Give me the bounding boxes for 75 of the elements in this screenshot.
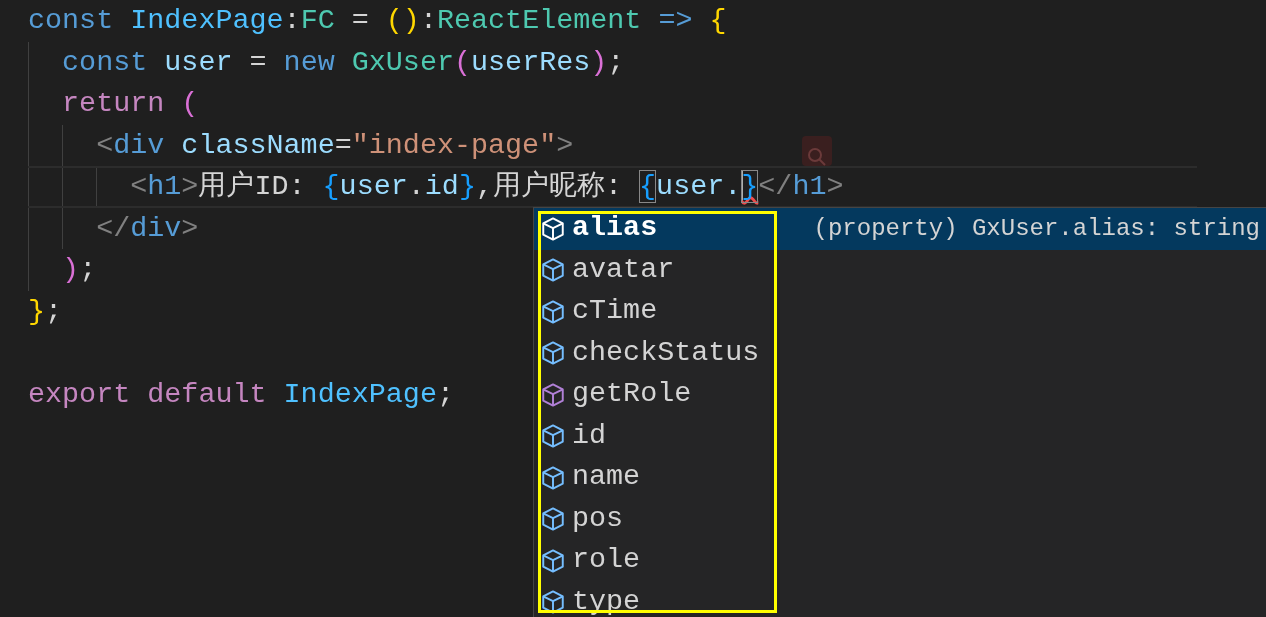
code-token: IndexPage [283,377,437,411]
cube-icon [540,298,566,325]
code-token: ; [79,253,97,286]
code-token: = [350,4,370,37]
suggestion-item[interactable]: cTime [534,291,1266,333]
cube-icon [540,506,566,533]
code-token: => [657,4,694,37]
code-token: </ [758,170,793,203]
code-token: id [424,170,459,203]
search-icon[interactable] [802,136,832,166]
cube-icon [540,547,566,574]
code-token: div [130,211,182,245]
suggestion-item[interactable]: getRole [534,374,1266,416]
code-token: const [61,45,149,79]
suggestion-item[interactable]: id [534,415,1266,457]
code-token: new [283,45,336,79]
code-token: } [28,294,46,328]
code-token: = [248,45,268,79]
code-token: h1 [792,170,827,203]
suggestion-detail: (property) GxUser.alias: string [813,213,1261,244]
code-token: FC [300,4,335,37]
code-token: { [322,170,340,203]
code-token: { [639,170,657,203]
suggestion-item[interactable]: pos [534,498,1266,540]
code-token: userRes [471,45,591,79]
code-token: ,用户昵称: [475,170,623,203]
code-token: IndexPage [130,4,284,37]
cube-icon [540,257,566,284]
cube-icon [540,340,566,367]
code-token: ( [181,87,199,120]
code-token: . [407,170,425,203]
code-token: </ [95,211,131,245]
suggestion-item[interactable]: checkStatus [534,332,1266,374]
code-token: > [556,128,574,162]
code-token: } [458,170,476,203]
code-token: ( [454,45,472,79]
suggestion-item[interactable]: type [534,581,1266,617]
code-token: "index-page" [351,128,557,162]
code-token: ; [45,294,63,328]
code-token: > [826,170,844,203]
suggestion-item[interactable]: role [534,540,1266,582]
suggestion-item[interactable]: avatar [534,249,1266,291]
code-token: export [28,377,132,411]
code-token: GxUser [351,45,454,79]
cube-icon [540,215,566,242]
code-token: () [385,4,420,37]
suggestion-item[interactable]: name [534,457,1266,499]
code-token: : [419,4,437,37]
cube-icon [540,381,566,408]
code-token: < [95,128,114,162]
code-token: ; [436,377,454,411]
code-token: > [181,211,199,245]
code-token: default [147,377,268,411]
code-token: ) [61,253,80,286]
cube-icon [540,423,566,450]
code-token: className [181,128,335,162]
code-token: ; [607,45,625,79]
cube-icon [540,464,566,491]
code-token: div [113,128,166,162]
code-token: = [334,128,352,162]
code-token: 用户ID: [198,170,307,203]
code-token: ) [590,45,608,79]
code-token: user [339,170,408,203]
code-token: user. [656,170,742,203]
code-token: < [129,170,148,203]
code-token: > [181,170,199,203]
code-token: : [283,4,301,37]
code-token: h1 [147,170,182,203]
code-token: } [741,170,759,203]
code-token: return [61,87,166,120]
code-token: ReactElement [436,4,642,37]
suggestion-item[interactable]: alias (property) GxUser.alias: string [534,208,1266,250]
code-token: { [709,4,727,37]
code-token: user [164,45,233,79]
code-token: const [28,4,115,37]
